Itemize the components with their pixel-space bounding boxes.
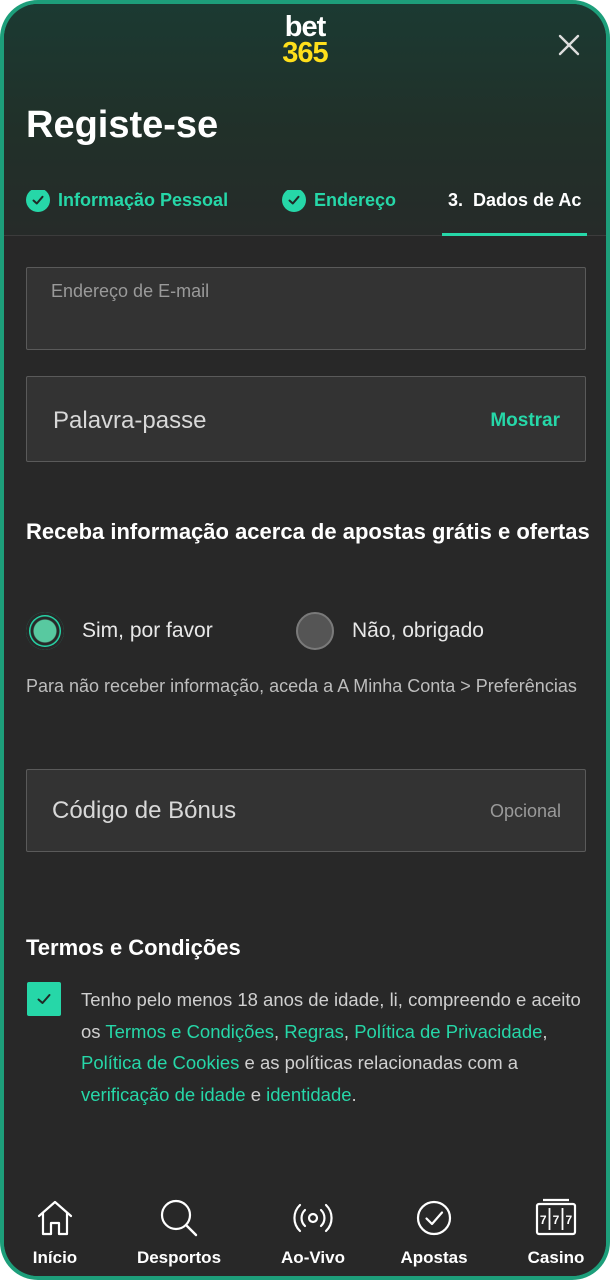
slot-machine-icon: 7 7 7 <box>535 1198 577 1236</box>
terms-separator: , <box>542 1020 548 1042</box>
logo-line-2: 365 <box>282 37 328 69</box>
radio-no[interactable]: Não, obrigado <box>296 612 484 650</box>
search-icon <box>160 1199 198 1237</box>
header: bet 365 Registe-se Informação Pessoal En… <box>4 4 606 236</box>
step-address[interactable]: Endereço <box>282 190 396 236</box>
link-rules[interactable]: Regras <box>284 1021 344 1042</box>
radio-unselected-icon <box>296 612 334 650</box>
link-terms-conditions[interactable]: Termos e Condições <box>105 1021 274 1042</box>
step-label: 3. Dados de Ac <box>448 190 582 210</box>
bet365-logo: bet 365 <box>4 13 606 69</box>
terms-text-part: . <box>351 1083 357 1105</box>
live-broadcast-icon <box>293 1203 333 1233</box>
check-icon <box>282 190 306 212</box>
nav-sports[interactable]: Desportos <box>119 1182 239 1276</box>
promo-heading: Receba informação acerca de apostas grát… <box>26 519 590 544</box>
registration-steps: Informação Pessoal Endereço 3. Dados de … <box>4 190 606 236</box>
close-icon <box>558 34 580 56</box>
terms-separator: , <box>343 1020 355 1042</box>
radio-no-label: Não, obrigado <box>352 619 484 642</box>
bonus-placeholder: Código de Bónus <box>52 797 237 824</box>
terms-text-part: e as políticas relacionadas com a <box>239 1052 519 1073</box>
phone-frame: bet 365 Registe-se Informação Pessoal En… <box>0 0 610 1280</box>
link-identity[interactable]: identidade <box>266 1084 351 1105</box>
nav-label: Ao-Vivo <box>281 1248 345 1267</box>
svg-text:7: 7 <box>553 1213 560 1227</box>
step-label: Informação Pessoal <box>58 190 229 210</box>
nav-label: Apostas <box>400 1248 468 1267</box>
check-icon <box>26 190 50 212</box>
radio-yes-label: Sim, por favor <box>82 619 213 642</box>
email-placeholder: Endereço de E-mail <box>51 281 210 301</box>
svg-text:7: 7 <box>540 1213 547 1227</box>
terms-checkbox[interactable] <box>27 982 61 1016</box>
nav-bets[interactable]: Apostas <box>374 1182 494 1276</box>
home-icon <box>37 1200 73 1236</box>
check-circle-icon <box>416 1200 452 1236</box>
email-field[interactable]: Endereço de E-mail <box>26 267 586 350</box>
close-button[interactable] <box>552 28 586 62</box>
step-account-data[interactable]: 3. Dados de Ac <box>448 190 581 236</box>
nav-label: Desportos <box>136 1248 222 1267</box>
terms-text: Tenho pelo menos 18 anos de idade, li, c… <box>81 984 581 1110</box>
step-personal-info[interactable]: Informação Pessoal <box>26 190 228 236</box>
bottom-nav: Início Desportos Ao-Vivo Apostas 7 7 7 C… <box>4 1182 606 1276</box>
password-placeholder: Palavra-passe <box>53 407 207 434</box>
bonus-code-field[interactable]: Código de Bónus Opcional <box>26 769 586 852</box>
link-cookie-policy[interactable]: Política de Cookies <box>81 1052 239 1073</box>
radio-yes[interactable]: Sim, por favor <box>26 612 213 650</box>
nav-label: Casino <box>527 1248 585 1267</box>
screen: bet 365 Registe-se Informação Pessoal En… <box>4 4 606 1276</box>
svg-text:7: 7 <box>565 1213 572 1227</box>
nav-live[interactable]: Ao-Vivo <box>253 1182 373 1276</box>
promo-note: Para não receber informação, aceda a A M… <box>26 676 577 696</box>
terms-heading: Termos e Condições <box>26 935 241 960</box>
checkmark-icon <box>37 994 51 1004</box>
radio-selected-icon <box>26 612 64 650</box>
terms-text-part: e <box>245 1083 267 1105</box>
link-age-verification[interactable]: verificação de idade <box>81 1084 246 1105</box>
page-title: Registe-se <box>26 104 219 146</box>
nav-casino[interactable]: 7 7 7 Casino <box>496 1182 606 1276</box>
show-password-button[interactable]: Mostrar <box>490 410 560 432</box>
step-label: Endereço <box>314 190 397 210</box>
optional-label: Opcional <box>489 801 561 821</box>
terms-separator: , <box>274 1020 285 1042</box>
nav-label: Início <box>32 1248 78 1267</box>
nav-home[interactable]: Início <box>4 1182 115 1276</box>
link-privacy-policy[interactable]: Política de Privacidade <box>354 1021 542 1042</box>
password-field[interactable]: Palavra-passe Mostrar <box>26 376 586 462</box>
active-step-underline <box>442 233 587 236</box>
